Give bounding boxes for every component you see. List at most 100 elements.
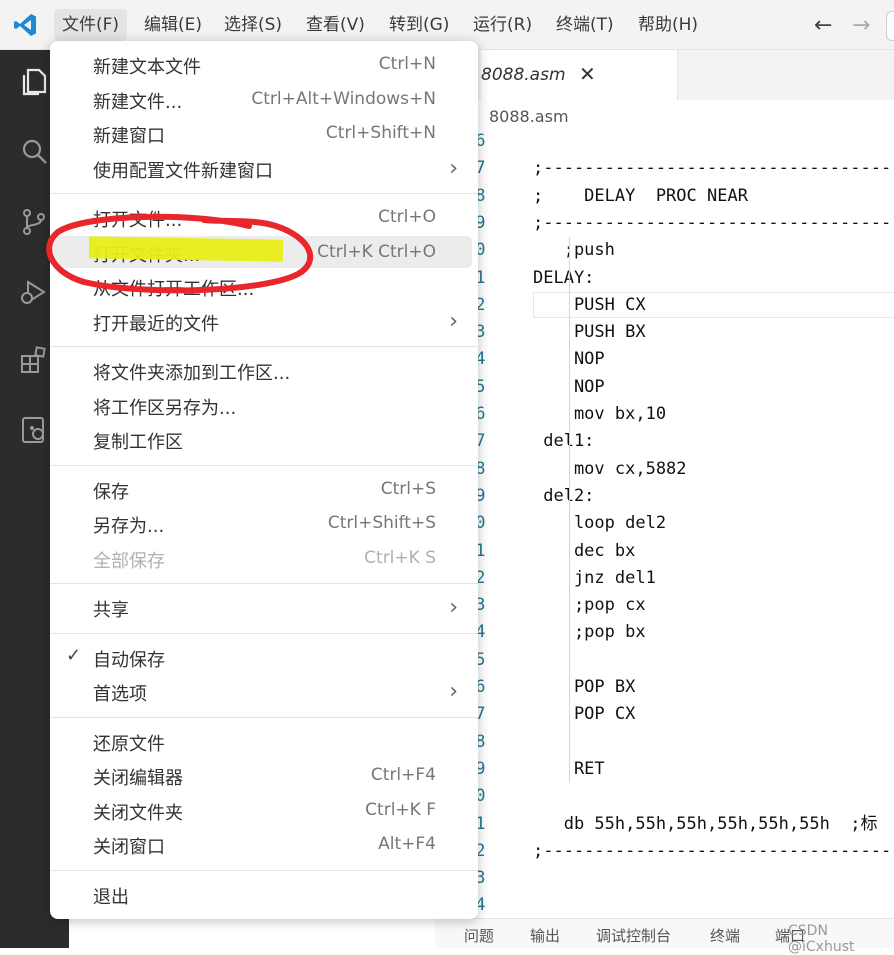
menu-item[interactable]: 保存 Ctrl+S xyxy=(54,473,472,505)
code-line[interactable]: 65 NOP xyxy=(435,374,894,401)
menu-item-label: 新建文本文件 xyxy=(93,57,201,78)
tab-problems[interactable]: 问题 xyxy=(464,925,494,946)
menubar-item[interactable]: 转到(G) xyxy=(381,9,457,41)
code-line[interactable]: 59;------------------------------------- xyxy=(435,210,894,237)
menu-item-shortcut: Ctrl+Shift+N xyxy=(325,123,436,143)
menu-item[interactable]: 打开最近的文件 › xyxy=(54,305,472,337)
code-line[interactable]: 69 del2: xyxy=(435,483,894,510)
code-line[interactable]: 63 PUSH BX xyxy=(435,319,894,346)
code-line[interactable]: 80 xyxy=(435,783,894,810)
menu-item-label: 新建文件... xyxy=(93,91,183,113)
code-line[interactable]: 81 db 55h,55h,55h,55h,55h,55h ;标 xyxy=(435,811,894,838)
menu-separator xyxy=(50,464,478,466)
menubar-item[interactable]: 编辑(E) xyxy=(136,9,210,41)
forward-arrow-icon[interactable]: → xyxy=(852,13,870,38)
code-line[interactable]: 60 ;push xyxy=(435,237,894,264)
menu-item[interactable]: 还原文件 xyxy=(54,725,472,757)
menu-item[interactable]: ✓ 自动保存 xyxy=(54,641,472,673)
menu-item[interactable]: 首选项 › xyxy=(54,675,472,707)
menu-item[interactable]: 复制工作区 xyxy=(54,423,472,455)
close-icon[interactable]: ✕ xyxy=(579,62,596,86)
code-line[interactable]: 73 ;pop cx xyxy=(435,592,894,619)
remote-explorer-icon[interactable] xyxy=(18,414,50,446)
menu-item[interactable]: 共享 › xyxy=(54,591,472,623)
code-line[interactable]: 56 xyxy=(435,128,894,155)
menubar-item[interactable]: 终端(T) xyxy=(548,9,622,41)
menubar-item[interactable]: 选择(S) xyxy=(216,9,290,41)
command-center-search[interactable] xyxy=(886,11,894,41)
code-line[interactable]: 78 xyxy=(435,729,894,756)
code-line[interactable]: 72 jnz del1 xyxy=(435,565,894,592)
menu-item[interactable]: 使用配置文件新建窗口 › xyxy=(54,152,472,184)
code-text: del2: xyxy=(533,485,595,506)
menubar-item[interactable]: 查看(V) xyxy=(298,9,373,41)
menu-item[interactable]: 关闭窗口 Alt+F4 xyxy=(54,828,472,860)
code-line[interactable]: 68 mov cx,5882 xyxy=(435,456,894,483)
code-text: ;push xyxy=(533,240,615,261)
code-line[interactable]: 74 ;pop bx xyxy=(435,619,894,646)
breadcrumb[interactable]: 8088.asm xyxy=(489,107,569,126)
back-arrow-icon[interactable]: ← xyxy=(814,13,832,38)
code-line[interactable]: 58; DELAY PROC NEAR xyxy=(435,183,894,210)
menu-item[interactable]: 新建文本文件 Ctrl+N xyxy=(54,48,472,80)
tab-debug-console[interactable]: 调试控制台 xyxy=(596,925,671,946)
watermark: CSDN @iCxhust xyxy=(788,923,855,955)
code-text: ;------------------------------------- xyxy=(533,158,894,179)
menu-item-label: 保存 xyxy=(93,481,129,503)
menu-separator xyxy=(50,869,478,871)
search-icon[interactable] xyxy=(18,136,50,168)
vscode-logo-icon[interactable] xyxy=(12,12,38,38)
code-line[interactable]: 57;------------------------------------- xyxy=(435,155,894,182)
code-line[interactable]: 76 POP BX xyxy=(435,674,894,701)
menu-item[interactable]: 关闭文件夹 Ctrl+K F xyxy=(54,794,472,826)
code-line[interactable]: 75 xyxy=(435,647,894,674)
code-text: PUSH CX xyxy=(533,294,646,315)
tab-output[interactable]: 输出 xyxy=(530,925,560,946)
code-text: ;pop cx xyxy=(533,595,646,616)
menu-item[interactable]: 新建窗口 Ctrl+Shift+N xyxy=(54,117,472,149)
code-text: mov bx,10 xyxy=(533,404,667,424)
code-line[interactable]: 82;------------------------------------- xyxy=(435,838,894,865)
chevron-right-icon: › xyxy=(449,595,458,620)
extensions-icon[interactable] xyxy=(18,344,50,376)
menu-item[interactable]: 另存为... Ctrl+Shift+S xyxy=(54,507,472,539)
code-line[interactable]: 83 xyxy=(435,865,894,892)
menubar-item[interactable]: 帮助(H) xyxy=(630,9,706,41)
code-line[interactable]: 67 del1: xyxy=(435,428,894,455)
menu-item-label: 还原文件 xyxy=(93,733,165,755)
checkmark-icon: ✓ xyxy=(66,644,82,666)
menu-item-label: 关闭文件夹 xyxy=(93,802,183,824)
menu-separator xyxy=(50,193,478,194)
code-text: POP BX xyxy=(533,677,636,697)
menu-item-shortcut: Ctrl+Shift+S xyxy=(327,513,436,533)
menubar-item[interactable]: 文件(F) xyxy=(54,9,128,41)
code-line[interactable]: 79 RET xyxy=(435,756,894,783)
menu-separator xyxy=(50,583,478,584)
menu-item[interactable]: 退出 xyxy=(54,878,472,910)
chevron-right-icon: › xyxy=(449,679,458,704)
code-line[interactable]: 71 dec bx xyxy=(435,538,894,565)
menu-item-label: 关闭窗口 xyxy=(93,837,165,858)
menu-separator xyxy=(50,632,478,634)
code-text: jnz del1 xyxy=(533,567,656,588)
tab-8088-asm[interactable]: 8088.asm ✕ xyxy=(481,50,678,100)
menu-item-shortcut: Ctrl+K S xyxy=(364,547,436,568)
code-line[interactable]: 77 POP CX xyxy=(435,701,894,728)
menu-separator xyxy=(50,716,478,718)
menu-item[interactable]: 关闭编辑器 Ctrl+F4 xyxy=(54,759,472,791)
code-line[interactable]: 64 NOP xyxy=(435,346,894,373)
menubar-item[interactable]: 运行(R) xyxy=(465,9,540,41)
code-line[interactable]: 84 xyxy=(435,892,894,918)
menu-item[interactable]: 将工作区另存为... xyxy=(54,389,472,421)
menu-item-label: 使用配置文件新建窗口 xyxy=(93,160,273,182)
code-editor[interactable]: 5657;-----------------------------------… xyxy=(435,128,894,918)
code-line[interactable]: 70 loop del2 xyxy=(435,510,894,537)
tab-terminal[interactable]: 终端 xyxy=(710,925,740,946)
menu-item-shortcut: Ctrl+K Ctrl+O xyxy=(317,241,436,262)
explorer-icon[interactable] xyxy=(18,66,50,98)
code-line[interactable]: 66 mov bx,10 xyxy=(435,401,894,428)
menu-item[interactable]: 将文件夹添加到工作区... xyxy=(54,354,472,386)
menu-item[interactable]: 新建文件... Ctrl+Alt+Windows+N xyxy=(54,83,472,115)
code-line[interactable]: 62 PUSH CX xyxy=(435,291,894,319)
code-line[interactable]: 61DELAY: xyxy=(435,265,894,292)
